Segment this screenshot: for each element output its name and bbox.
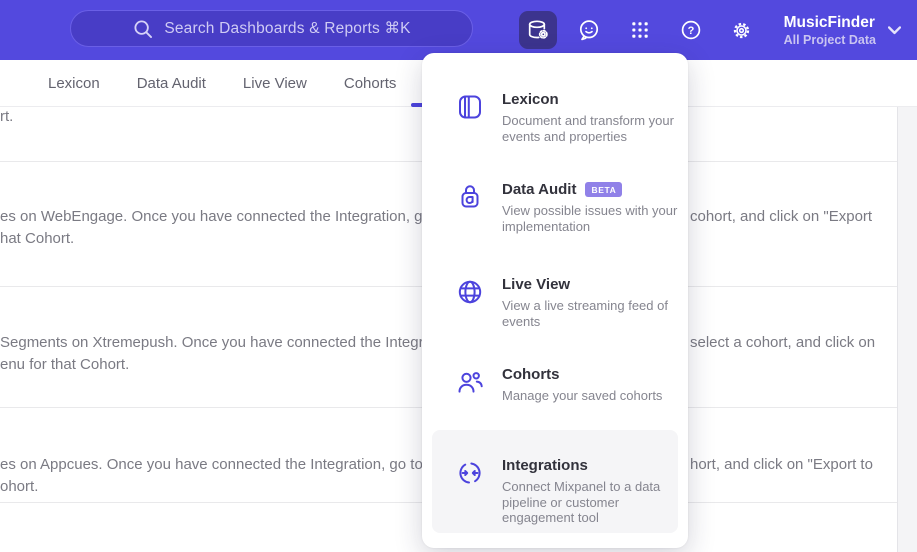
tab-lexicon[interactable]: Lexicon xyxy=(48,75,100,92)
menu-item-description: View a live streaming feed of events xyxy=(502,298,668,329)
menu-item-title: Data Audit BETA xyxy=(502,181,684,198)
settings-button[interactable] xyxy=(723,11,761,49)
sync-icon xyxy=(459,462,481,484)
menu-item-lexicon[interactable]: Lexicon Document and transform your even… xyxy=(455,91,684,144)
tab-live-view[interactable]: Live View xyxy=(243,75,307,92)
feedback-smiley-icon xyxy=(579,20,598,41)
database-gear-icon xyxy=(528,20,548,39)
menu-item-live-view[interactable]: Live View View a live streaming feed of … xyxy=(455,276,684,329)
svg-text:?: ? xyxy=(687,25,694,37)
apps-grid-button[interactable] xyxy=(621,11,659,49)
beta-badge: BETA xyxy=(585,182,623,197)
menu-item-text: Lexicon Document and transform your even… xyxy=(502,91,684,144)
chevron-down-icon xyxy=(888,25,901,34)
menu-item-text: Live View View a live streaming feed of … xyxy=(502,276,684,329)
row-text: es on Appcues. Once you have connected t… xyxy=(0,456,462,473)
book-icon xyxy=(459,95,481,119)
row-text: ohort. xyxy=(0,478,39,495)
row-text: es on WebEngage. Once you have connected… xyxy=(0,208,462,225)
project-scope: All Project Data xyxy=(783,32,876,47)
row-text: Segments on Xtremepush. Once you have co… xyxy=(0,334,461,351)
search-placeholder: Search Dashboards & Reports ⌘K xyxy=(164,20,411,37)
header-actions: ? MusicFinder All Project Data xyxy=(518,0,901,60)
menu-item-title: Integrations xyxy=(502,457,588,474)
menu-item-title: Cohorts xyxy=(502,366,560,383)
mixpanel-app-window: Search Dashboards & Reports ⌘K ? MusicFi… xyxy=(0,0,917,552)
project-selector[interactable]: MusicFinder All Project Data xyxy=(784,13,901,48)
search-input[interactable]: Search Dashboards & Reports ⌘K xyxy=(70,10,473,47)
menu-item-description: Connect Mixpanel to a data pipeline or c… xyxy=(502,479,661,525)
lock-icon xyxy=(461,185,479,208)
tab-data-audit[interactable]: Data Audit xyxy=(137,75,206,92)
scrollbar-gutter[interactable] xyxy=(897,107,917,552)
menu-item-description: Document and transform your events and p… xyxy=(502,113,674,144)
help-icon: ? xyxy=(681,20,700,40)
feedback-button[interactable] xyxy=(570,11,608,49)
menu-item-integrations[interactable]: Integrations Connect Mixpanel to a data … xyxy=(455,457,684,526)
menu-item-description: View possible issues with your implement… xyxy=(502,203,678,234)
row-text: hort, and click on "Export to xyxy=(690,456,873,473)
project-name: MusicFinder xyxy=(783,13,875,31)
tab-cohorts[interactable]: Cohorts xyxy=(344,75,397,92)
help-button[interactable]: ? xyxy=(672,11,710,49)
apps-grid-icon xyxy=(631,22,648,38)
menu-item-title-text: Data Audit xyxy=(502,181,577,198)
menu-item-text: Integrations Connect Mixpanel to a data … xyxy=(502,457,684,526)
search-icon xyxy=(134,19,153,38)
row-text: cohort, and click on "Export xyxy=(690,208,873,225)
menu-item-text: Data Audit BETA View possible issues wit… xyxy=(502,181,684,234)
menu-item-text: Cohorts Manage your saved cohorts xyxy=(502,366,684,404)
row-text: hat Cohort. xyxy=(0,230,75,247)
row-text: select a cohort, and click on xyxy=(690,334,876,351)
project-text: MusicFinder All Project Data xyxy=(784,13,876,48)
row-text: rt. xyxy=(0,108,14,125)
menu-item-description: Manage your saved cohorts xyxy=(502,388,663,403)
menu-item-title: Live View xyxy=(502,276,571,293)
row-text: enu for that Cohort. xyxy=(0,356,130,373)
menu-item-title: Lexicon xyxy=(502,91,559,108)
people-icon xyxy=(458,372,483,393)
gear-icon xyxy=(733,22,750,38)
globe-icon xyxy=(458,280,482,304)
menu-item-data-audit[interactable]: Data Audit BETA View possible issues wit… xyxy=(455,181,684,234)
menu-item-cohorts[interactable]: Cohorts Manage your saved cohorts xyxy=(455,366,684,404)
data-management-button[interactable] xyxy=(518,11,557,49)
top-navigation-bar: Search Dashboards & Reports ⌘K ? MusicFi… xyxy=(0,0,917,60)
navigation-dropdown: Lexicon Document and transform your even… xyxy=(422,53,688,548)
